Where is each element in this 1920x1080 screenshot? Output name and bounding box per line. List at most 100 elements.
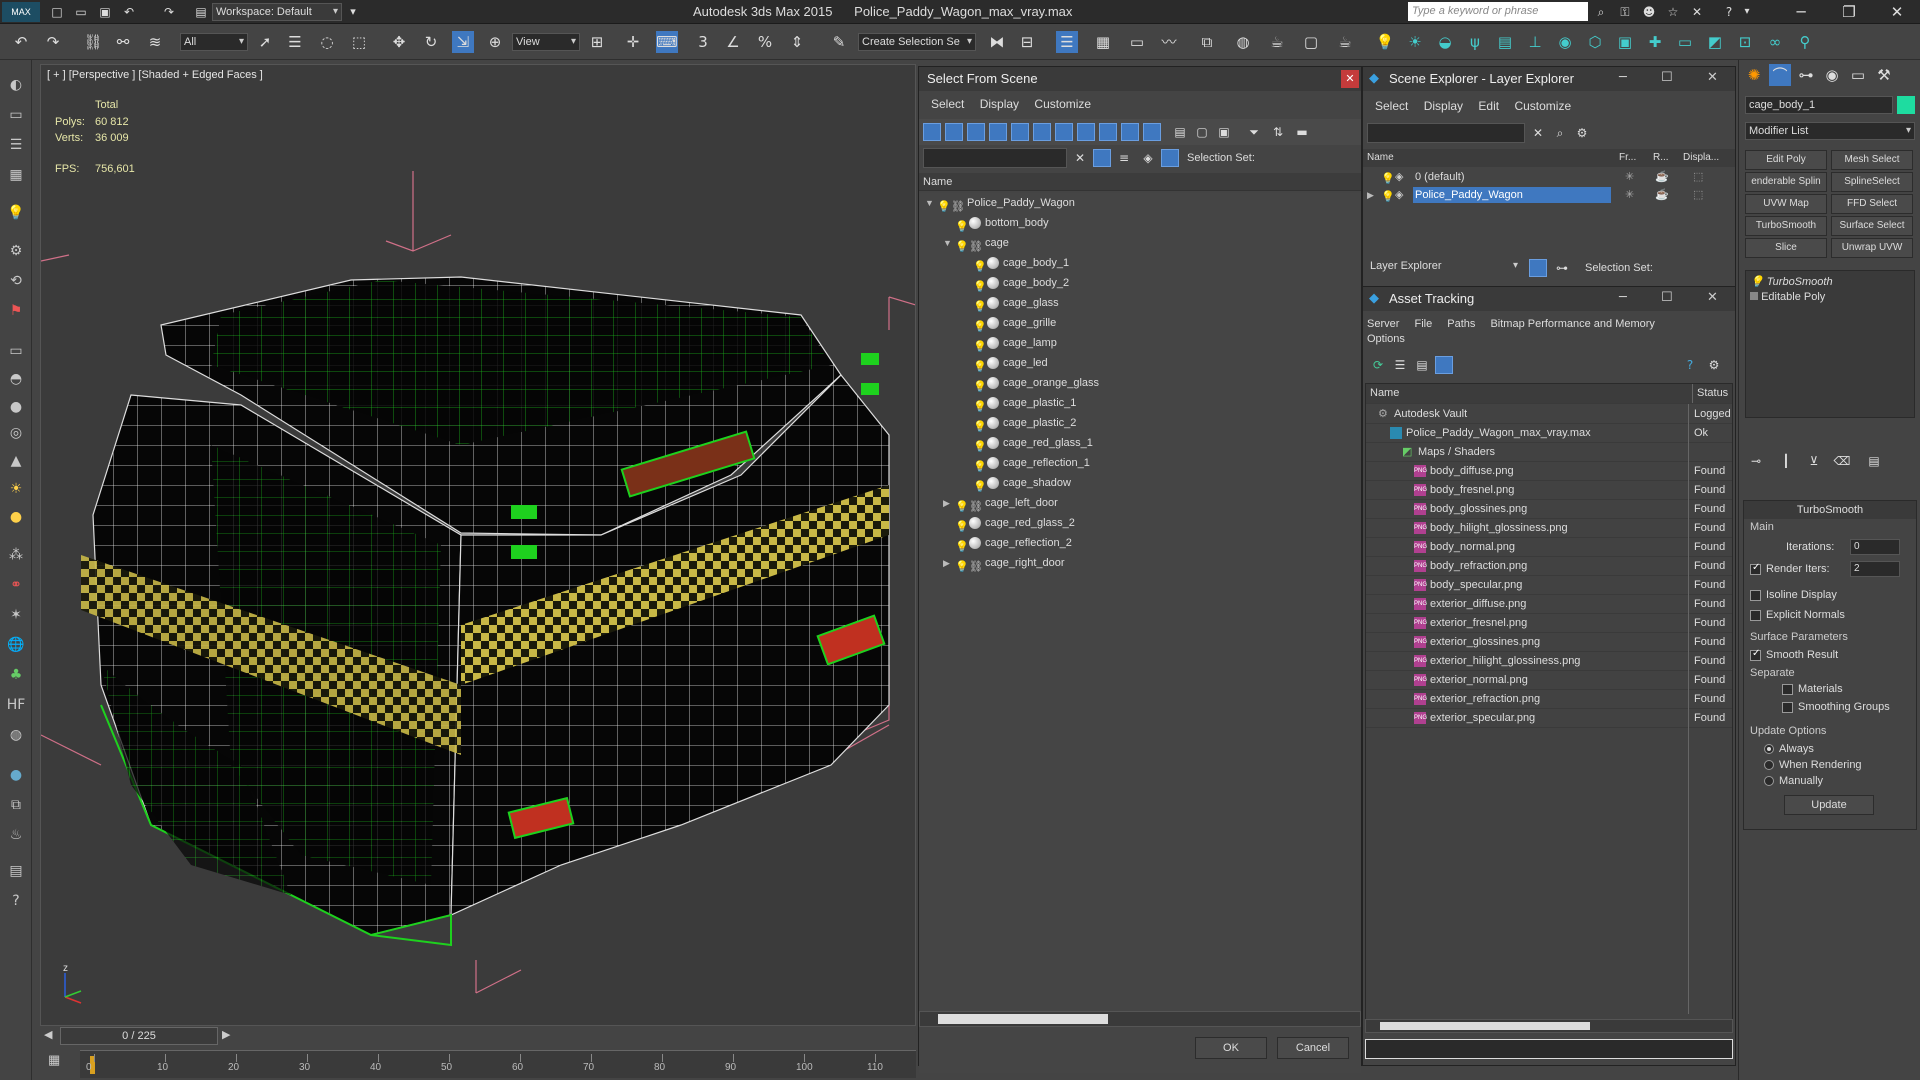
modifier-list-dropdown[interactable]: Modifier List: [1745, 122, 1915, 140]
at-menu-server[interactable]: Server: [1367, 318, 1399, 330]
visibility-bulb-icon[interactable]: 💡: [973, 457, 987, 473]
move-icon[interactable]: ✥: [388, 31, 410, 53]
at-menu-file[interactable]: File: [1414, 318, 1432, 330]
prev-frame-icon[interactable]: ◀: [44, 1028, 52, 1041]
key-icon[interactable]: ⚿: [1614, 1, 1636, 23]
at-list-icon[interactable]: ☰: [1389, 354, 1411, 376]
create-foliage-icon[interactable]: ♣: [5, 664, 27, 686]
asset-tracking-minimize-icon[interactable]: ─: [1619, 290, 1627, 305]
vray-sphere-icon[interactable]: ◉: [1554, 31, 1576, 53]
create-teapot-icon[interactable]: ♨: [5, 824, 27, 846]
se-menu-customize[interactable]: Customize: [1514, 99, 1571, 113]
at-thumbnails-icon[interactable]: ▤: [1411, 354, 1433, 376]
vray-physical-camera-icon[interactable]: ⚲: [1794, 31, 1816, 53]
remove-modifier-icon[interactable]: ⌫: [1831, 450, 1853, 472]
explicit-normals-checkbox[interactable]: [1750, 609, 1761, 621]
layers-icon[interactable]: ◈: [1137, 147, 1159, 169]
asset-row[interactable]: PNG body_refraction.png Found: [1366, 557, 1732, 576]
binoculars-icon[interactable]: ⌕: [1590, 1, 1612, 23]
redo-icon[interactable]: ↷: [42, 31, 64, 53]
selection-filter-dropdown[interactable]: All: [180, 33, 248, 51]
manually-radio[interactable]: [1764, 776, 1774, 787]
rendered-frame-window-icon[interactable]: ▢: [1300, 31, 1322, 53]
smoothing-groups-row[interactable]: Smoothing Groups: [1782, 701, 1890, 713]
visibility-bulb-icon[interactable]: 💡: [973, 477, 987, 493]
create-doc-icon[interactable]: ▤: [5, 860, 27, 882]
scene-tree-row[interactable]: 💡 cage_reflection_1: [961, 453, 1090, 473]
create-cloth-icon[interactable]: ◍: [5, 724, 27, 746]
visibility-bulb-icon[interactable]: 💡: [973, 337, 987, 353]
scene-explorer-close-icon[interactable]: ✕: [1707, 70, 1718, 85]
modifier-button[interactable]: Surface Select: [1831, 216, 1913, 236]
help-circle-icon[interactable]: ?: [5, 890, 27, 912]
vray-sun-icon[interactable]: ☀: [1404, 31, 1426, 53]
redo-small-icon[interactable]: ↷: [158, 1, 180, 23]
materials-row[interactable]: Materials: [1782, 683, 1843, 695]
restore-window-icon[interactable]: ❐: [1838, 1, 1860, 23]
perspective-viewport[interactable]: z [ + ] [Perspective ] [Shaded + Edged F…: [40, 64, 916, 1026]
vray-ies-icon[interactable]: ✚: [1644, 31, 1666, 53]
star-icon[interactable]: ☆: [1662, 1, 1684, 23]
asset-row[interactable]: PNG exterior_fresnel.png Found: [1366, 614, 1732, 633]
display-box-icon[interactable]: ⬚: [1693, 168, 1703, 186]
create-list-icon[interactable]: ☰: [5, 134, 27, 156]
render-setup-icon[interactable]: ☕: [1266, 31, 1288, 53]
select-horizontal-scrollbar[interactable]: [919, 1011, 1361, 1027]
sort-icon[interactable]: ⇅: [1267, 121, 1289, 143]
object-color-swatch[interactable]: [1897, 96, 1915, 114]
curve-editor-icon[interactable]: 〰: [1158, 31, 1180, 53]
smooth-result-checkbox[interactable]: [1750, 648, 1761, 661]
filter-spacewarps-button[interactable]: [1033, 123, 1051, 141]
at-path-field[interactable]: [1365, 1039, 1733, 1059]
smoothing-groups-checkbox[interactable]: [1782, 701, 1793, 713]
explorer-type-dropdown[interactable]: Layer Explorer: [1367, 258, 1521, 276]
se-find-icon[interactable]: ⌕: [1549, 122, 1571, 144]
named-selection-dropdown[interactable]: Create Selection Se: [858, 33, 976, 51]
ok-button[interactable]: OK: [1195, 1037, 1267, 1059]
display-all-icon[interactable]: ▤: [1169, 121, 1191, 143]
clear-search-icon[interactable]: ✕: [1069, 147, 1091, 169]
at-horizontal-scrollbar[interactable]: [1365, 1019, 1733, 1033]
pivot-center-icon[interactable]: ⊞: [586, 31, 608, 53]
se-menu-edit[interactable]: Edit: [1478, 99, 1499, 113]
scene-tree-row[interactable]: 💡 cage_body_2: [961, 273, 1069, 293]
visibility-bulb-icon[interactable]: 💡: [937, 197, 951, 213]
layer-visibility-icon[interactable]: 💡: [1381, 170, 1395, 185]
exchange-icon[interactable]: ✕: [1686, 1, 1708, 23]
menu-customize[interactable]: Customize: [1034, 97, 1091, 111]
layer-expand-icon[interactable]: ▶: [1367, 186, 1374, 204]
iterations-spinner[interactable]: 0: [1850, 539, 1900, 555]
cancel-button[interactable]: Cancel: [1277, 1037, 1349, 1059]
funnel-icon[interactable]: ⏷: [1243, 121, 1265, 143]
asset-row[interactable]: PNG exterior_refraction.png Found: [1366, 690, 1732, 709]
scene-tree-row[interactable]: ▶ 💡⛓ cage_left_door: [943, 493, 1058, 513]
visibility-bulb-icon[interactable]: 💡: [955, 217, 969, 233]
visibility-bulb-icon[interactable]: 💡: [973, 357, 987, 373]
scene-tree-row[interactable]: 💡 cage_glass: [961, 293, 1059, 313]
scene-tree-row[interactable]: 💡 cage_plastic_1: [961, 393, 1076, 413]
object-name-field[interactable]: cage_body_1: [1745, 96, 1893, 114]
percent-snap-icon[interactable]: %: [754, 31, 776, 53]
modifier-button[interactable]: Unwrap UVW: [1831, 238, 1913, 258]
asset-row[interactable]: PNG exterior_glossines.png Found: [1366, 633, 1732, 652]
visibility-bulb-icon[interactable]: 💡: [955, 237, 969, 253]
se-options-icon[interactable]: ⚙: [1571, 122, 1593, 144]
reference-coordinate-dropdown[interactable]: View: [512, 33, 580, 51]
layer-visibility-icon[interactable]: 💡: [1381, 188, 1395, 203]
modifier-button[interactable]: TurboSmooth: [1745, 216, 1827, 236]
undo-small-icon[interactable]: ↶: [118, 1, 140, 23]
filter-frozen-button[interactable]: [1143, 123, 1161, 141]
snaps-toggle-icon[interactable]: 3: [692, 31, 714, 53]
expand-toggle-icon[interactable]: ▼: [943, 233, 955, 253]
visibility-bulb-icon[interactable]: 💡: [973, 397, 987, 413]
create-hair-icon[interactable]: HF: [5, 694, 27, 716]
render-production-icon[interactable]: ☕: [1334, 31, 1356, 53]
filter-shapes-button[interactable]: [945, 123, 963, 141]
new-file-icon[interactable]: □: [46, 1, 68, 23]
help-dropdown-icon[interactable]: ▾: [1736, 1, 1758, 23]
modify-tab-icon[interactable]: ⌒: [1769, 64, 1791, 86]
at-help-icon[interactable]: ?: [1679, 354, 1701, 376]
scene-explorer-search-input[interactable]: [1367, 123, 1525, 143]
when-rendering-radio[interactable]: [1764, 760, 1774, 771]
create-helper-icon[interactable]: ⚙: [5, 240, 27, 262]
